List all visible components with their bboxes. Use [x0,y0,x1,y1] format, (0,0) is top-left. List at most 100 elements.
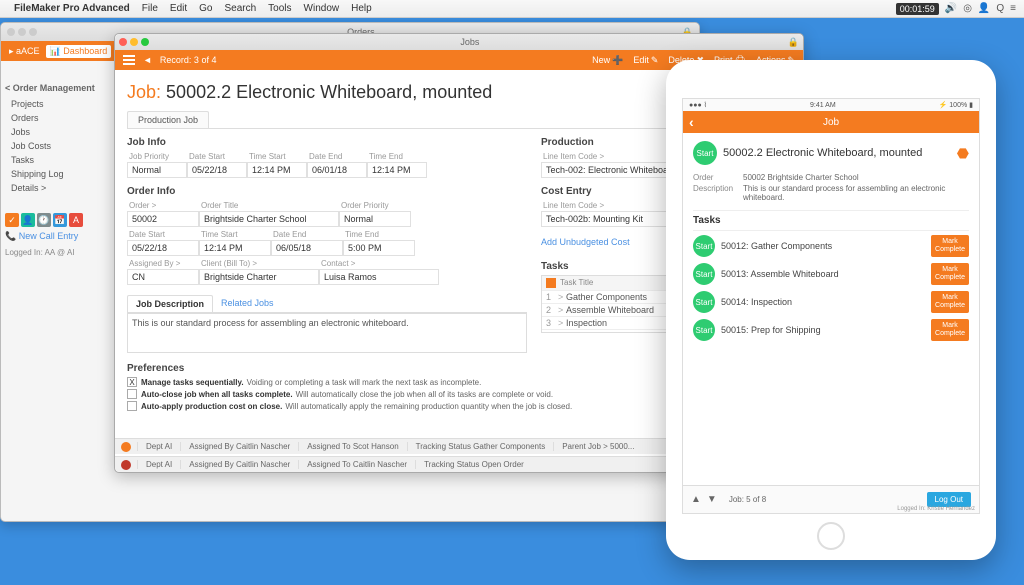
job-info-heading: Job Info [127,137,527,148]
calendar-icon[interactable]: 📅 [53,213,67,227]
task-status-icon [546,278,556,288]
menu-window[interactable]: Window [304,3,340,14]
hamburger-icon[interactable] [123,55,135,65]
new-button[interactable]: New ➕ [592,55,623,66]
order-sidebar: < Order Management Projects Orders Jobs … [5,83,105,195]
ipad-job-title: 50002.2 Electronic Whiteboard, mounted [723,147,957,159]
user-icon[interactable]: 👤 [21,213,35,227]
volume-icon[interactable]: 🔊 [945,3,957,14]
sidebar-quick-icons: ✓ 👤 🕐 📅 A [5,213,105,227]
logout-button[interactable]: Log Out [927,492,971,507]
maximize-icon[interactable] [141,38,149,46]
sidebar-item-projects[interactable]: Projects [5,97,105,111]
search-icon[interactable]: Q [996,3,1004,14]
start-icon[interactable]: Start [693,319,715,341]
nav-up-icon[interactable]: ▲ [691,494,701,505]
menu-icon[interactable]: ≡ [1010,3,1016,14]
mark-complete-button[interactable]: MarkComplete [931,235,969,256]
order-title[interactable]: Brightside Charter School [199,211,339,227]
contact[interactable]: Luisa Ramos [319,269,439,285]
date-start[interactable]: 05/22/18 [187,162,247,178]
sidebar-item-jobs[interactable]: Jobs [5,125,105,139]
signal-icon: ●●● ⌇ [689,101,707,109]
battery-icon: ⚡ 100% ▮ [939,101,973,109]
sidebar-item-shipping[interactable]: Shipping Log [5,167,105,181]
logged-in: Logged In: Kristie Hernandez [897,506,975,512]
sidebar-item-tasks[interactable]: Tasks [5,153,105,167]
edit-button[interactable]: Edit ✎ [633,55,658,66]
job-counter: Job: 5 of 8 [729,495,766,504]
minimize-icon[interactable] [18,28,26,36]
start-icon[interactable]: Start [693,291,715,313]
jobs-title: Jobs [460,37,479,47]
ipad-task-row[interactable]: Start50013: Assemble WhiteboardMarkCompl… [693,263,969,285]
client[interactable]: Brightside Charter [199,269,319,285]
desc-value: This is our standard process for assembl… [743,184,969,202]
dashboard-badge[interactable]: 📊 Dashboard [46,45,112,58]
ipad-header: ‹ Job [683,111,979,133]
ipad-task-row[interactable]: Start50012: Gather ComponentsMarkComplet… [693,235,969,257]
mark-complete-button[interactable]: MarkComplete [931,319,969,340]
tab-job-description[interactable]: Job Description [127,295,213,312]
sidebar-item-jobcosts[interactable]: Job Costs [5,139,105,153]
ipad-screen: ●●● ⌇ 9:41 AM ⚡ 100% ▮ ‹ Job Start 50002… [682,98,980,514]
start-icon[interactable]: Start [693,263,715,285]
o-date-start[interactable]: 05/22/18 [127,240,199,256]
menu-go[interactable]: Go [199,3,212,14]
wifi-icon[interactable]: ◎ [963,3,972,14]
menu-tools[interactable]: Tools [268,3,291,14]
maximize-icon[interactable] [29,28,37,36]
tab-related-jobs[interactable]: Related Jobs [213,295,282,312]
tab-production-job[interactable]: Production Job [127,111,209,128]
order-label: Order [693,173,743,182]
close-icon[interactable] [7,28,15,36]
sidebar-item-orders[interactable]: Orders [5,111,105,125]
ipad-header-title: Job [823,117,839,128]
home-button[interactable] [817,522,845,550]
sidebar-item-details[interactable]: Details > [5,181,105,195]
ipad-task-row[interactable]: Start50014: InspectionMarkComplete [693,291,969,313]
o-time-end[interactable]: 5:00 PM [343,240,415,256]
ipad-tasks-heading: Tasks [693,210,969,231]
ipad-device: ●●● ⌇ 9:41 AM ⚡ 100% ▮ ‹ Job Start 50002… [666,60,996,560]
flow-icon[interactable]: ⬣ [957,145,969,162]
minimize-icon[interactable] [130,38,138,46]
start-icon[interactable]: Start [693,235,715,257]
user-icon[interactable]: 👤 [978,3,990,14]
time-start[interactable]: 12:14 PM [247,162,307,178]
mark-complete-button[interactable]: MarkComplete [931,291,969,312]
back-icon[interactable]: ‹ [689,114,694,130]
job-description[interactable]: This is our standard process for assembl… [127,313,527,353]
desc-label: Description [693,184,743,202]
status-dot-icon [121,442,131,452]
o-date-end[interactable]: 06/05/18 [271,240,343,256]
menu-edit[interactable]: Edit [170,3,187,14]
o-time-start[interactable]: 12:14 PM [199,240,271,256]
check-icon[interactable]: ✓ [5,213,19,227]
ipad-statusbar: ●●● ⌇ 9:41 AM ⚡ 100% ▮ [683,99,979,111]
ipad-task-row[interactable]: Start50015: Prep for ShippingMarkComplet… [693,319,969,341]
close-icon[interactable] [119,38,127,46]
menu-help[interactable]: Help [351,3,372,14]
status-dot-icon [121,460,131,470]
aace-tab[interactable]: ▸ aACE [9,46,40,57]
sidebar-header[interactable]: < Order Management [5,83,105,93]
app-name[interactable]: FileMaker Pro Advanced [14,3,130,14]
jobs-titlebar: Jobs 🔒 [115,34,803,50]
alert-icon[interactable]: A [69,213,83,227]
time-end[interactable]: 12:14 PM [367,162,427,178]
nav-prev-icon[interactable]: ◄ [143,55,152,65]
order-num[interactable]: 50002 [127,211,199,227]
date-end[interactable]: 06/01/18 [307,162,367,178]
ipad-time: 9:41 AM [810,102,836,109]
new-call-entry[interactable]: 📞 New Call Entry [5,231,105,242]
job-priority[interactable]: Normal [127,162,187,178]
order-priority[interactable]: Normal [339,211,411,227]
clock-icon[interactable]: 🕐 [37,213,51,227]
menu-file[interactable]: File [142,3,158,14]
menu-search[interactable]: Search [224,3,256,14]
start-icon[interactable]: Start [693,141,717,165]
assigned-by[interactable]: CN [127,269,199,285]
mark-complete-button[interactable]: MarkComplete [931,263,969,284]
nav-down-icon[interactable]: ▼ [707,494,717,505]
